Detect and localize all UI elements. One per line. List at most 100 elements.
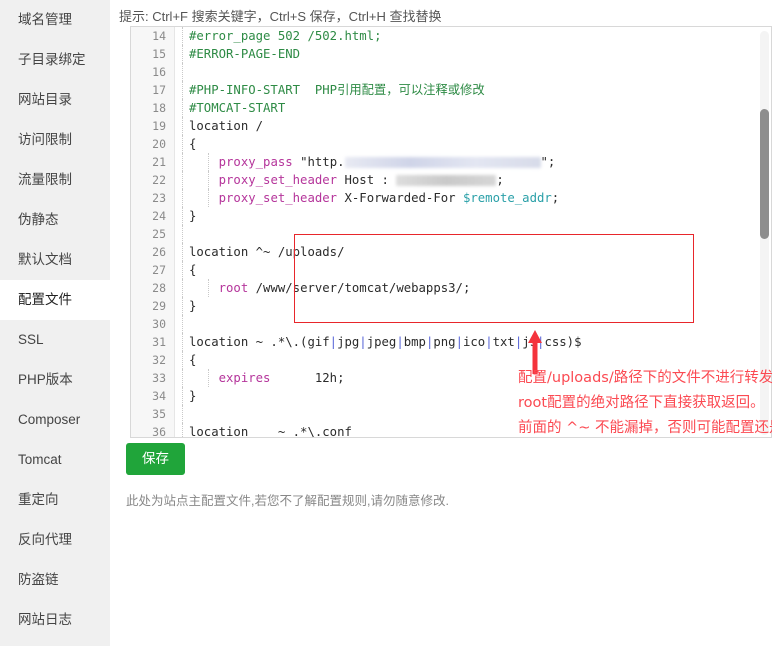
sidebar-item-anti-leech[interactable]: 防盗链 (0, 560, 110, 600)
code-token: #error_page 502 /502.html; (189, 29, 382, 43)
sidebar-item-label: Tomcat (18, 452, 62, 467)
sidebar-item-label: 防盗链 (18, 572, 59, 587)
code-line: #TOMCAT-START (176, 99, 758, 117)
line-number: 33 (152, 371, 166, 385)
line-number: 15 (152, 47, 166, 61)
sidebar-item-label: 网站日志 (18, 612, 72, 627)
code-line: location / (176, 117, 758, 135)
code-line: } (176, 297, 758, 315)
sidebar-item-label: SSL (18, 332, 44, 347)
code-token: } (189, 299, 197, 313)
code-token: location ^~ /uploads/ (189, 245, 345, 259)
code-line (176, 63, 758, 81)
sidebar-item-label: 默认文档 (18, 252, 72, 267)
shortcut-hint-text: 提示: Ctrl+F 搜索关键字，Ctrl+S 保存，Ctrl+H 查找替换 (119, 9, 442, 24)
scrollbar-thumb[interactable] (760, 109, 769, 239)
sidebar-item-site-logs[interactable]: 网站日志 (0, 600, 110, 640)
annotation-line-2: root配置的绝对路径下直接获取返回。 (518, 395, 765, 411)
code-token: #TOMCAT-START (189, 101, 286, 115)
redacted-block (344, 157, 541, 168)
sidebar-item-label: 访问限制 (18, 132, 72, 147)
code-line: { (176, 261, 758, 279)
code-keyword: root (218, 281, 249, 295)
sidebar-item-rewrite[interactable]: 伪静态 (0, 200, 110, 240)
line-number: 17 (152, 83, 166, 97)
sidebar-item-label: Composer (18, 412, 81, 427)
sidebar-item-subdirectory-binding[interactable]: 子目录绑定 (0, 40, 110, 80)
code-keyword: proxy_set_header (218, 191, 338, 205)
line-number: 36 (152, 425, 166, 438)
sidebar-item-composer[interactable]: Composer (0, 400, 110, 440)
line-number: 30 (152, 317, 166, 331)
code-variable: $remote_addr (462, 191, 552, 205)
sidebar-item-domain-management[interactable]: 域名管理 (0, 0, 110, 40)
sidebar-item-label: 域名管理 (18, 12, 72, 27)
line-number: 31 (152, 335, 166, 349)
sidebar-item-label: 伪静态 (18, 212, 59, 227)
line-number: 18 (152, 101, 166, 115)
line-number-gutter: 14 15 16 17 18 19 20 21 22 23 24 25 26 2… (131, 27, 175, 437)
sidebar-item-reverse-proxy[interactable]: 反向代理 (0, 520, 110, 560)
code-keyword: proxy_set_header (218, 173, 338, 187)
code-line: proxy_set_header X-Forwarded-For $remote… (176, 189, 758, 207)
line-number: 25 (152, 227, 166, 241)
code-token: #ERROR-PAGE-END (189, 47, 301, 61)
line-number: 29 (152, 299, 166, 313)
code-line (176, 225, 758, 243)
line-number: 20 (152, 137, 166, 151)
sidebar-item-php-version[interactable]: PHP版本 (0, 360, 110, 400)
sidebar-item-site-directory[interactable]: 网站目录 (0, 80, 110, 120)
code-token: { (189, 263, 197, 277)
code-line (176, 315, 758, 333)
code-token: } (189, 389, 197, 403)
line-number: 16 (152, 65, 166, 79)
sidebar-item-default-document[interactable]: 默认文档 (0, 240, 110, 280)
line-number: 28 (152, 281, 166, 295)
code-line: } (176, 207, 758, 225)
page-root: 域名管理 子目录绑定 网站目录 访问限制 流量限制 伪静态 默认文档 配置文件 … (0, 0, 772, 646)
sidebar-item-label: 网站目录 (18, 92, 72, 107)
code-line: #PHP-INFO-START PHP引用配置，可以注释或修改 (176, 81, 758, 99)
footer-warning-text: 此处为站点主配置文件,若您不了解配置规则,请勿随意修改. (126, 494, 449, 508)
sidebar-item-label: 重定向 (18, 492, 59, 507)
annotation-line-3: 前面的 ^~ 不能漏掉，否则可能配置还是无法访问 (518, 420, 772, 436)
line-number: 24 (152, 209, 166, 223)
line-number: 27 (152, 263, 166, 277)
line-number: 22 (152, 173, 166, 187)
line-number: 34 (152, 389, 166, 403)
line-number: 26 (152, 245, 166, 259)
code-line: proxy_pass "http. "; (176, 153, 758, 171)
line-number: 35 (152, 407, 166, 421)
main-panel: 提示: Ctrl+F 搜索关键字，Ctrl+S 保存，Ctrl+H 查找替换 1… (110, 0, 772, 646)
sidebar: 域名管理 子目录绑定 网站目录 访问限制 流量限制 伪静态 默认文档 配置文件 … (0, 0, 110, 646)
line-number: 19 (152, 119, 166, 133)
sidebar-item-access-restriction[interactable]: 访问限制 (0, 120, 110, 160)
redacted-block (396, 175, 497, 186)
code-token: location / (189, 119, 264, 133)
code-keyword: proxy_pass (218, 155, 293, 169)
code-line: location ~ .*\.(gif|jpg|jpeg|bmp|png|ico… (176, 333, 758, 351)
line-number: 14 (152, 29, 166, 43)
red-annotation-text: 配置/uploads/路径下的文件不进行转发，直接在 root配置的绝对路径下直… (518, 366, 772, 441)
code-token: location ~ .*\.conf (189, 425, 352, 437)
code-line: { (176, 135, 758, 153)
sidebar-item-ssl[interactable]: SSL (0, 320, 110, 360)
sidebar-item-label: PHP版本 (18, 372, 73, 387)
sidebar-item-label: 流量限制 (18, 172, 72, 187)
sidebar-item-label: 配置文件 (18, 292, 72, 307)
code-token: } (189, 209, 197, 223)
code-token: #PHP-INFO-START PHP引用配置，可以注释或修改 (189, 83, 485, 97)
sidebar-item-traffic-limit[interactable]: 流量限制 (0, 160, 110, 200)
code-keyword: expires (218, 371, 271, 385)
line-number: 32 (152, 353, 166, 367)
sidebar-item-tomcat[interactable]: Tomcat (0, 440, 110, 480)
sidebar-item-config-file[interactable]: 配置文件 (0, 280, 110, 320)
annotation-line-1: 配置/uploads/路径下的文件不进行转发，直接在 (518, 370, 772, 386)
sidebar-item-label: 子目录绑定 (18, 52, 86, 67)
code-line: root /www/server/tomcat/webapps3/; (176, 279, 758, 297)
code-line: #ERROR-PAGE-END (176, 45, 758, 63)
code-line: #error_page 502 /502.html; (176, 27, 758, 45)
save-button[interactable]: 保存 (126, 443, 185, 475)
code-token: { (189, 353, 197, 367)
sidebar-item-redirect[interactable]: 重定向 (0, 480, 110, 520)
